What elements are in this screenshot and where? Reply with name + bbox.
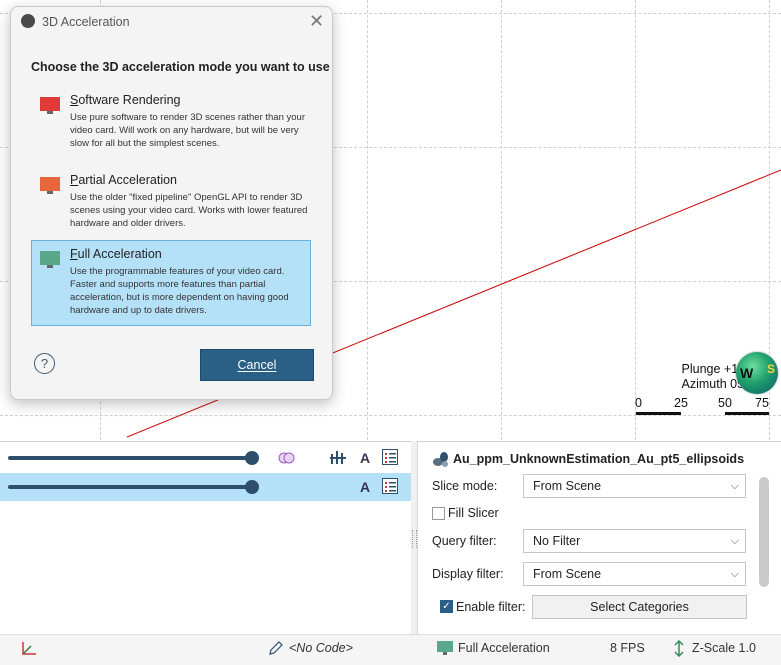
compass-west-letter: W: [740, 365, 754, 381]
close-icon[interactable]: ✕: [309, 11, 324, 32]
query-filter-select[interactable]: No Filter ⌵: [523, 529, 746, 553]
option-title: Software Rendering: [70, 93, 181, 107]
option-software-rendering[interactable]: Software Rendering Use pure software to …: [31, 86, 310, 170]
monitor-orange-icon: [40, 177, 60, 194]
scale-tick-label: 0: [635, 396, 642, 410]
scale-tick-label: 75: [755, 396, 769, 410]
app-icon: [21, 14, 35, 28]
properties-list-icon[interactable]: [382, 449, 399, 466]
scale-segment: [725, 412, 769, 415]
slice-mode-select[interactable]: From Scene ⌵: [523, 474, 746, 498]
monitor-green-icon: [40, 251, 60, 268]
properties-list-icon[interactable]: [382, 478, 399, 495]
help-icon[interactable]: ?: [34, 353, 55, 374]
list-item-selected[interactable]: A: [0, 473, 411, 501]
compass-south-letter: S: [767, 362, 776, 376]
pencil-icon[interactable]: [268, 640, 284, 656]
option-full-acceleration[interactable]: Full Acceleration Use the programmable f…: [31, 240, 311, 326]
scale-tick-label: 50: [718, 396, 732, 410]
fill-slicer-checkbox[interactable]: [432, 507, 445, 520]
query-filter-label: Query filter:: [432, 534, 497, 548]
axes-icon[interactable]: [20, 640, 38, 657]
label-text-icon[interactable]: A: [357, 479, 373, 495]
enable-filter-checkbox[interactable]: ✓: [440, 600, 453, 613]
label-text-icon[interactable]: A: [357, 450, 373, 466]
dialog-heading: Choose the 3D acceleration mode you want…: [31, 60, 330, 74]
fps-status: 8 FPS: [610, 641, 645, 655]
acceleration-dialog: 3D Acceleration ✕ Choose the 3D accelera…: [10, 6, 333, 400]
code-status: <No Code>: [289, 641, 353, 655]
vertical-scrollbar[interactable]: [759, 477, 769, 587]
chevron-down-icon: ⌵: [730, 568, 739, 580]
fill-slicer-label: Fill Slicer: [448, 506, 499, 520]
monitor-red-icon: [40, 97, 60, 114]
option-description: Use the programmable features of your vi…: [70, 266, 289, 316]
scene-list-panel: A A: [0, 441, 411, 635]
display-filter-select[interactable]: From Scene ⌵: [523, 562, 746, 586]
status-bar: [0, 634, 781, 665]
monitor-green-icon: [437, 641, 453, 655]
option-title: Full Acceleration: [70, 247, 162, 261]
object-name: Au_ppm_UnknownEstimation_Au_pt5_ellipsoi…: [453, 452, 745, 466]
slider-handle[interactable]: [245, 451, 259, 465]
option-partial-acceleration[interactable]: Partial Acceleration Use the older "fixe…: [31, 166, 310, 250]
ellipsoids-icon: [433, 452, 448, 467]
dialog-title: 3D Acceleration: [42, 15, 130, 29]
chevron-down-icon: ⌵: [730, 480, 739, 492]
enable-filter-label: Enable filter:: [456, 600, 526, 614]
slice-toggle-icon[interactable]: [277, 452, 297, 464]
option-description: Use the older "fixed pipeline" OpenGL AP…: [70, 192, 308, 229]
chevron-down-icon: ⌵: [730, 535, 739, 547]
scale-tick-label: 25: [674, 396, 688, 410]
opacity-slider[interactable]: [8, 485, 252, 489]
opacity-slider[interactable]: [8, 456, 252, 460]
acceleration-status[interactable]: Full Acceleration: [458, 641, 550, 655]
scale-segment: [681, 412, 725, 415]
display-filter-label: Display filter:: [432, 567, 504, 581]
select-categories-button[interactable]: Select Categories: [532, 595, 747, 619]
list-item[interactable]: A: [0, 444, 411, 472]
slider-handle[interactable]: [245, 480, 259, 494]
legend-bars-icon[interactable]: [330, 450, 348, 466]
slice-mode-label: Slice mode:: [432, 479, 498, 493]
option-description: Use pure software to render 3D scenes ra…: [70, 112, 305, 149]
cancel-button[interactable]: Cancel: [200, 349, 314, 381]
zscale-arrows-icon[interactable]: [673, 640, 685, 657]
zscale-status[interactable]: Z-Scale 1.0: [692, 641, 756, 655]
option-title: Partial Acceleration: [70, 173, 178, 187]
scale-segment: [636, 412, 681, 415]
